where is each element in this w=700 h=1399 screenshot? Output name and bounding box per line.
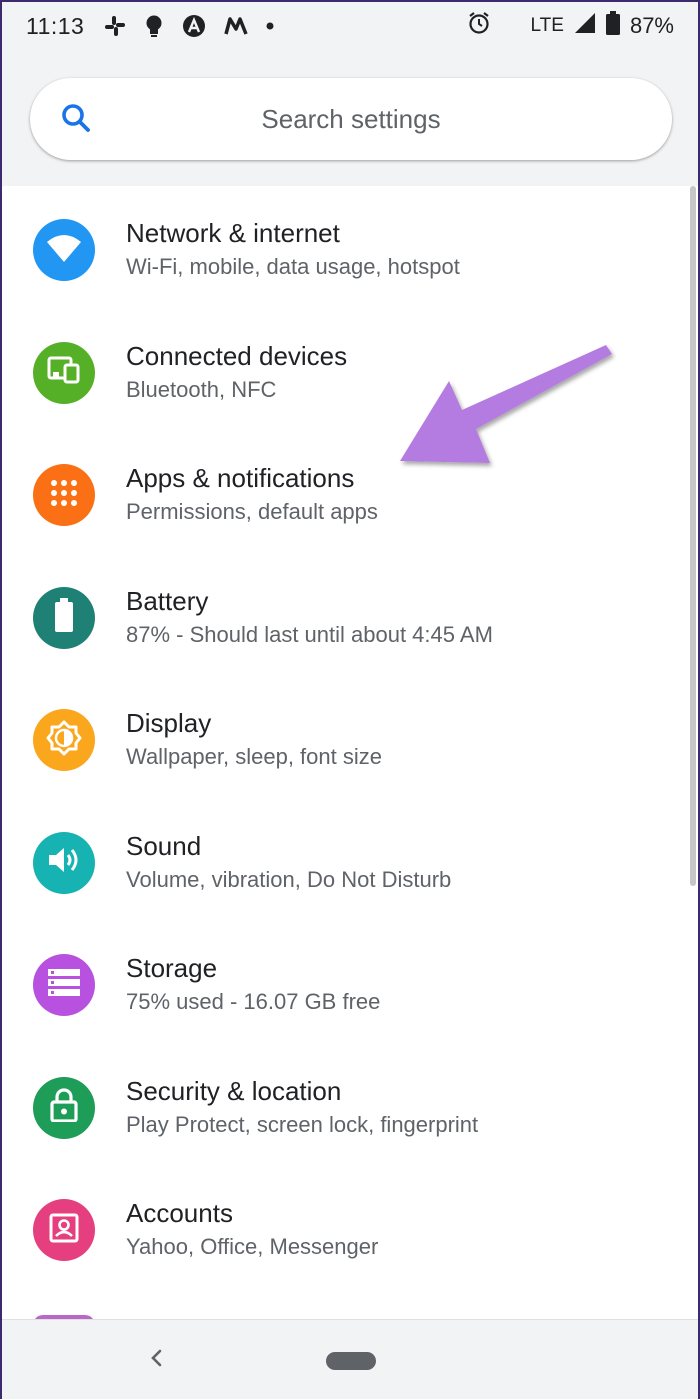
account-icon [49, 1213, 79, 1248]
settings-item-connected-devices[interactable]: Connected devices Bluetooth, NFC [2, 309, 698, 432]
settings-item-storage[interactable]: Storage 75% used - 16.07 GB free [2, 921, 698, 1044]
battery-icon-circle [33, 586, 95, 649]
search-area: Search settings [2, 50, 698, 186]
settings-list: Network & internet Wi-Fi, mobile, data u… [2, 186, 698, 1289]
settings-item-sound[interactable]: Sound Volume, vibration, Do Not Disturb [2, 799, 698, 922]
navigation-bar [2, 1319, 698, 1399]
battery-percentage: 87% [629, 13, 674, 38]
settings-item-subtitle: Play Protect, screen lock, fingerprint [126, 1111, 479, 1137]
signal-icon [574, 12, 596, 40]
storage-icon-circle [33, 954, 95, 1016]
network-icon-circle [33, 219, 95, 281]
settings-item-display[interactable]: Display Wallpaper, sleep, font size [2, 676, 698, 799]
volume-icon [47, 845, 81, 880]
settings-item-subtitle: Volume, vibration, Do Not Disturb [126, 866, 452, 892]
search-icon[interactable] [58, 100, 96, 138]
status-time: 11:13 [26, 12, 85, 39]
back-icon[interactable] [142, 1344, 170, 1372]
battery-icon [54, 598, 74, 637]
status-bar: 11:13 LTE 87% [2, 2, 698, 50]
settings-item-battery[interactable]: Battery 87% - Should last until about 4:… [2, 554, 698, 677]
settings-item-title: Battery [126, 585, 209, 616]
apps-icon-circle [33, 464, 95, 526]
settings-item-title: Apps & notifications [126, 463, 355, 493]
settings-item-title: Connected devices [126, 340, 348, 371]
settings-item-title: Security & location [126, 1075, 342, 1106]
search-input[interactable]: Search settings [30, 78, 672, 160]
lightbulb-icon [144, 14, 164, 38]
battery-status-icon [605, 11, 620, 41]
sound-icon-circle [33, 831, 95, 894]
slack-icon [104, 15, 126, 37]
settings-item-title: Storage [126, 953, 218, 983]
display-icon-circle [33, 709, 95, 771]
settings-item-subtitle: Wallpaper, sleep, font size [126, 744, 382, 769]
settings-item-security[interactable]: Security & location Play Protect, screen… [2, 1044, 698, 1167]
settings-item-title: Accounts [126, 1198, 233, 1228]
connected-devices-icon-circle [33, 341, 95, 404]
settings-item-subtitle: Wi-Fi, mobile, data usage, hotspot [126, 254, 460, 279]
settings-item-subtitle: Permissions, default apps [126, 499, 378, 524]
app-m-icon [224, 16, 248, 36]
lock-icon [50, 1088, 78, 1127]
devices-icon [47, 356, 81, 389]
home-pill-button[interactable] [326, 1352, 376, 1370]
settings-item-title: Display [126, 708, 212, 738]
accounts-icon-circle [33, 1199, 95, 1261]
scrollbar[interactable] [690, 186, 696, 886]
settings-item-apps[interactable]: Apps & notifications Permissions, defaul… [2, 431, 698, 554]
search-placeholder: Search settings [261, 103, 441, 134]
status-indicators: LTE 87% [467, 2, 674, 50]
security-icon-circle [33, 1076, 95, 1139]
storage-icon [48, 968, 80, 1002]
settings-item-accounts[interactable]: Accounts Yahoo, Office, Messenger [2, 1166, 698, 1289]
more-notifications-dot-icon [266, 22, 274, 30]
apps-grid-icon [49, 478, 79, 513]
settings-item-subtitle: 75% used - 16.07 GB free [126, 989, 381, 1014]
settings-item-title: Network & internet [126, 218, 340, 248]
settings-item-subtitle: 87% - Should last until about 4:45 AM [126, 621, 493, 647]
settings-item-subtitle: Bluetooth, NFC [126, 376, 277, 402]
brightness-icon [46, 720, 82, 761]
settings-item-network[interactable]: Network & internet Wi-Fi, mobile, data u… [2, 186, 698, 309]
alarm-icon [467, 11, 491, 41]
wifi-icon [46, 233, 82, 268]
notification-icons [104, 14, 274, 38]
settings-item-subtitle: Yahoo, Office, Messenger [126, 1234, 379, 1259]
settings-item-title: Sound [126, 830, 202, 861]
app-a-icon [182, 14, 206, 38]
network-type: LTE [530, 15, 564, 36]
